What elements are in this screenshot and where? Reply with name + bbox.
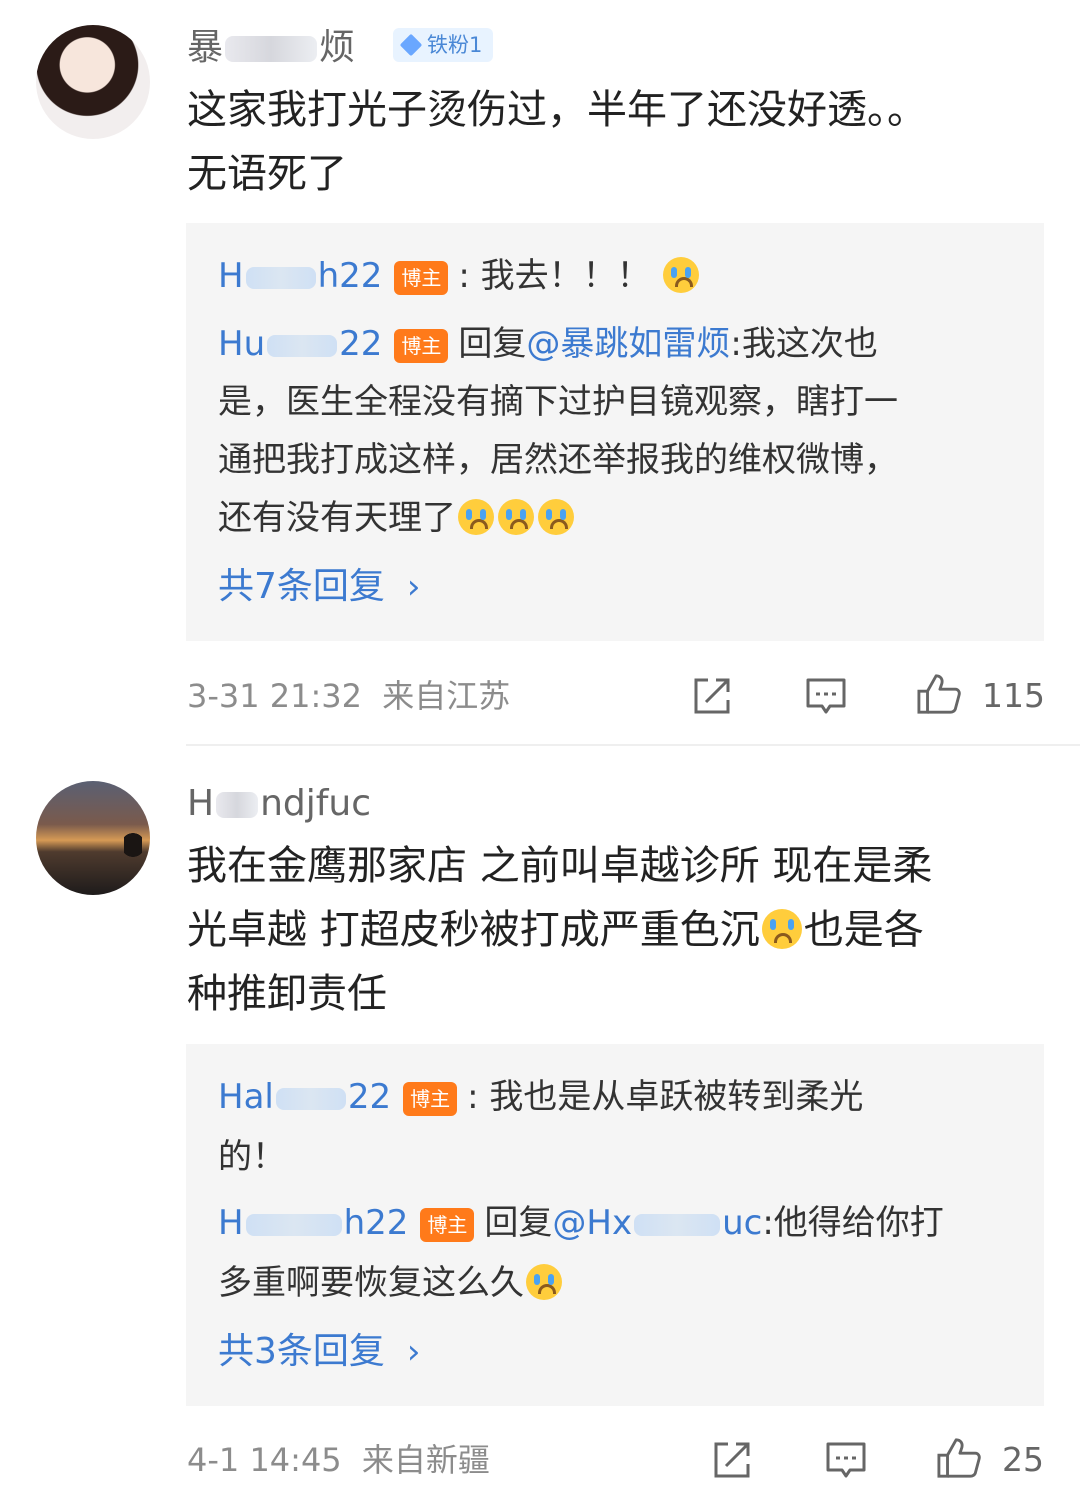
blogger-badge: 博主 [420, 1207, 475, 1242]
reply-item[interactable]: Hh22 博主: 我去！！！ [218, 247, 1018, 305]
username-visible-end: ndjfuc [260, 783, 372, 824]
reply-text: 我也是从卓跃被转到柔光 [489, 1077, 864, 1117]
username-visible-start: 暴 [187, 27, 224, 68]
reply-username[interactable]: Hal 22 [218, 1077, 391, 1117]
comment-text-line: 这家我打光子烫伤过，半年了还没好透。。 [187, 87, 927, 133]
location: 来自新疆 [361, 1441, 490, 1479]
location: 来自江苏 [382, 677, 511, 715]
divider [186, 744, 1080, 746]
reply-text-line: 的！ [218, 1137, 286, 1177]
diamond-icon [399, 33, 423, 57]
share-icon[interactable] [710, 1438, 754, 1482]
comment-icon[interactable] [824, 1438, 868, 1482]
crying-emoji [458, 499, 494, 535]
like-icon[interactable] [934, 1436, 984, 1480]
fan-badge-label: 铁粉1 [427, 33, 483, 57]
username-visible-start: H [187, 783, 215, 824]
timestamp: 4-1 14:45 [187, 1441, 342, 1479]
reply-text-line: 是，医生全程没有摘下过护目镜观察，瞎打一 [218, 382, 898, 422]
reply-text-line: 还有没有天理了 [218, 489, 1018, 547]
username-visible-end: 烦 [319, 27, 356, 68]
comment-text: 这家我打光子烫伤过，半年了还没好透。。 无语死了 [187, 78, 1037, 206]
blogger-badge: 博主 [394, 328, 449, 363]
chevron-right-icon: › [406, 567, 421, 607]
reply-username[interactable]: Hh22 [218, 256, 382, 296]
comment-text: 我在金鹰那家店 之前叫卓越诊所 现在是柔 光卓越 打超皮秒被打成严重色沉 也是各 … [187, 834, 1037, 1026]
mention-link[interactable]: @Hx uc [552, 1203, 762, 1243]
reply-preview-box[interactable]: Hal 22 博主: 我也是从卓跃被转到柔光 的！ Hh22 博主 回复@Hx uc:他得… [186, 1044, 1044, 1406]
comment-meta: 4-1 14:45 来自新疆 [187, 1438, 490, 1482]
reply-username[interactable]: Hu 22 [218, 324, 382, 364]
redacted-blur [216, 792, 259, 818]
reply-text-line: 多重啊要恢复这么久 [218, 1254, 1018, 1312]
reply-item[interactable]: Hal 22 博主: 我也是从卓跃被转到柔光 [218, 1068, 1018, 1126]
avatar[interactable] [36, 25, 150, 139]
avatar[interactable] [36, 781, 150, 895]
mention-link[interactable]: @暴跳如雷烦 [526, 324, 730, 364]
blogger-badge: 博主 [403, 1081, 458, 1116]
blogger-badge: 博主 [394, 260, 449, 295]
reply-preview-box[interactable]: Hh22 博主: 我去！！！ Hu 22 博主 回复@暴跳如雷烦:我这次也 是，医生全程… [186, 223, 1044, 641]
comment-text-line: 光卓越 打超皮秒被打成严重色沉 也是各 [187, 907, 924, 953]
chevron-right-icon: › [406, 1332, 421, 1372]
comment-icon[interactable] [804, 674, 848, 718]
crying-emoji [526, 1264, 562, 1300]
reply-username[interactable]: Hh22 [218, 1203, 408, 1243]
like-count: 25 [1002, 1440, 1044, 1479]
more-replies-link[interactable]: 共3条回复 › [218, 1326, 421, 1378]
crying-emoji [663, 257, 700, 293]
reply-text: 我去！！！ [480, 256, 651, 296]
reply-text: 他得给你打 [773, 1203, 944, 1243]
like-icon[interactable] [914, 672, 964, 716]
comment-username[interactable]: 暴烦 [187, 26, 355, 70]
reply-text-line: 通把我打成这样，居然还举报我的维权微博， [218, 440, 898, 480]
reply-item[interactable]: Hu 22 博主 回复@暴跳如雷烦:我这次也 [218, 315, 1018, 373]
crying-emoji [761, 909, 802, 949]
comment-text-line: 种推卸责任 [187, 971, 387, 1017]
redacted-blur [225, 36, 318, 62]
comment-text-line: 我在金鹰那家店 之前叫卓越诊所 现在是柔 [187, 843, 933, 889]
share-icon[interactable] [690, 674, 734, 718]
crying-emoji [538, 499, 574, 535]
fan-badge[interactable]: 铁粉1 [393, 28, 493, 62]
comment-username[interactable]: Hndjfuc [187, 782, 371, 826]
like-count: 115 [982, 676, 1045, 715]
crying-emoji [498, 499, 534, 535]
comment-meta: 3-31 21:32 来自江苏 [187, 674, 510, 718]
reply-text: 我这次也 [741, 324, 878, 364]
reply-item[interactable]: Hh22 博主 回复@Hx uc:他得给你打 [218, 1194, 1018, 1252]
timestamp: 3-31 21:32 [187, 677, 363, 715]
comment-text-line: 无语死了 [187, 151, 347, 197]
more-replies-link[interactable]: 共7条回复 › [218, 561, 421, 613]
